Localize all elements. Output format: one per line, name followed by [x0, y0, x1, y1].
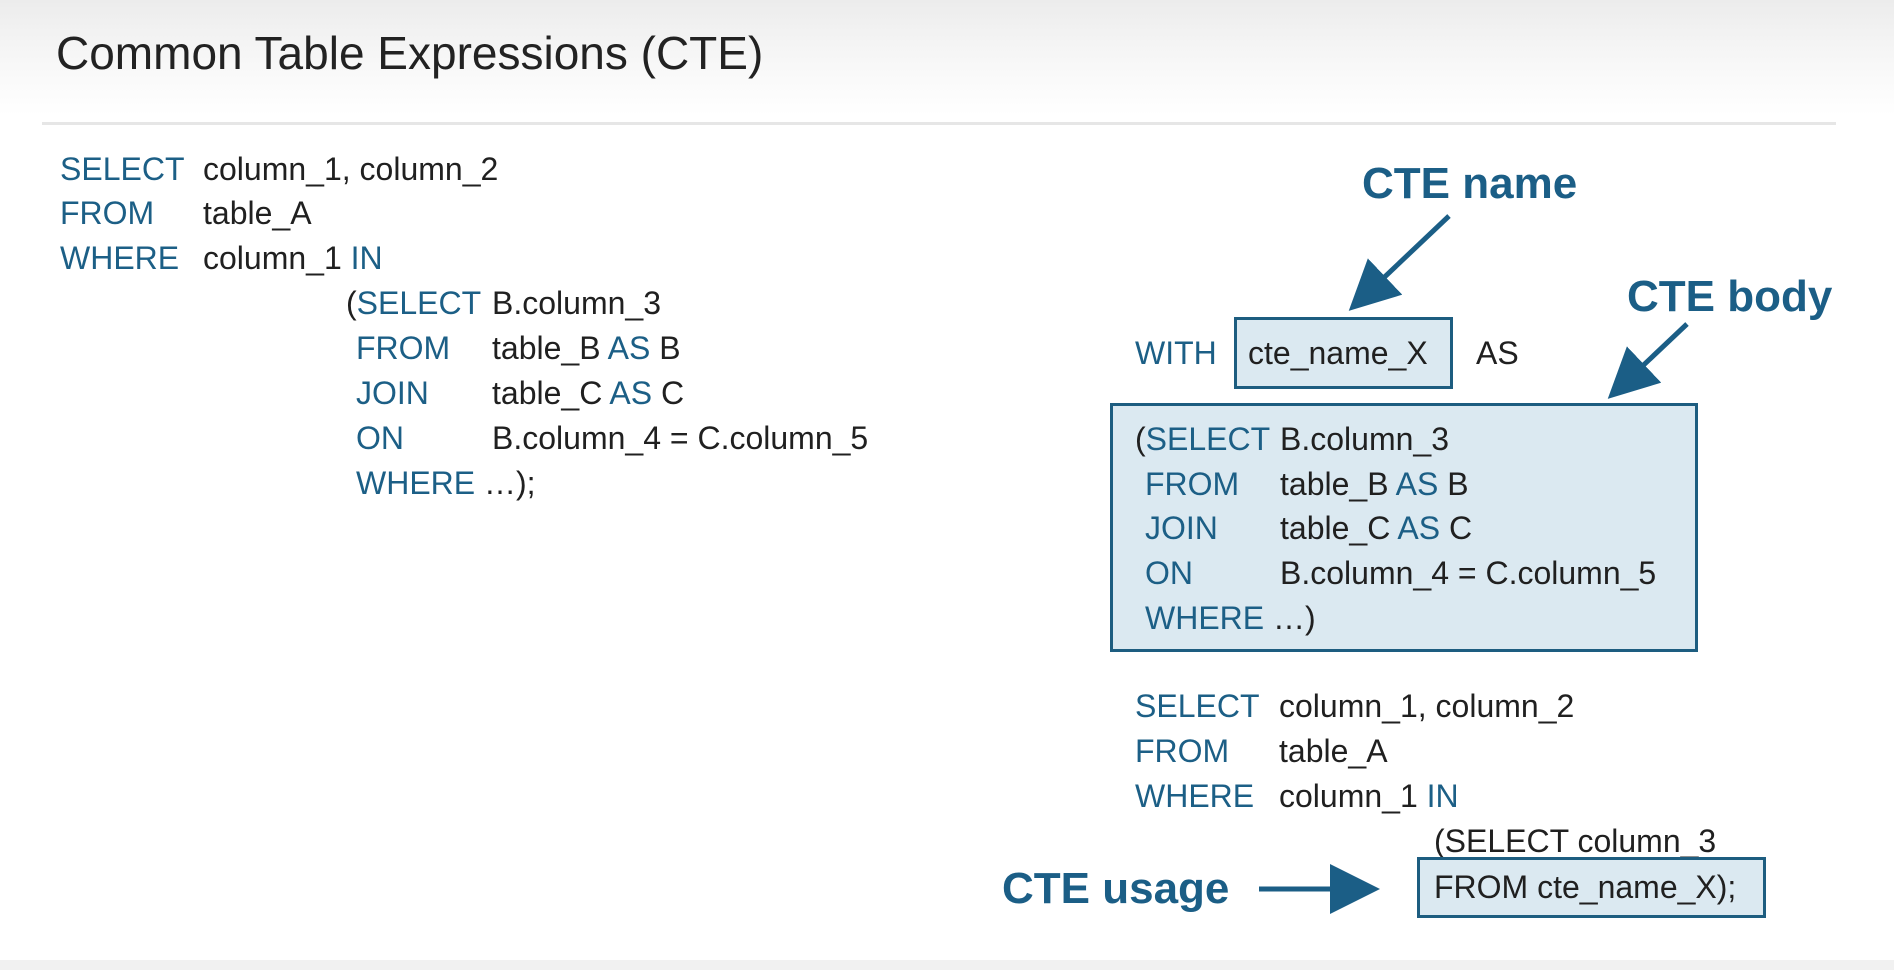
with-keyword: WITH: [1135, 333, 1217, 373]
body-line-1-text: B.column_3: [1280, 421, 1449, 457]
code-text: B: [1438, 466, 1469, 502]
code-text: column_1: [203, 240, 351, 276]
main-line-2: FROM: [1135, 731, 1229, 771]
sub-line-4: ON: [356, 418, 404, 458]
main-line-4: (SELECT column_3: [1434, 823, 1717, 859]
keyword: SELECT: [1135, 688, 1260, 724]
slide-title: Common Table Expressions (CTE): [56, 27, 764, 79]
left-line-3: WHERE: [60, 238, 179, 278]
code-text: table_C: [492, 375, 610, 411]
sub-line-1-text: B.column_3: [492, 285, 661, 321]
keyword: SELECT: [356, 285, 482, 321]
keyword: AS: [607, 330, 651, 366]
keyword: IN: [350, 240, 383, 276]
keyword: WHERE: [60, 240, 180, 276]
keyword: AS: [1397, 510, 1441, 546]
cte-body-label: CTE body: [1627, 272, 1833, 321]
sub-line-2-text: table_B AS B: [492, 328, 681, 368]
keyword: WHERE: [356, 465, 476, 501]
main-line-2-text: table_A: [1279, 733, 1388, 769]
keyword: WHERE: [1135, 778, 1255, 814]
keyword: AS: [609, 375, 653, 411]
left-line-3-text: column_1 IN: [203, 238, 383, 278]
keyword: JOIN: [1145, 510, 1218, 546]
main-line-3: WHERE: [1135, 776, 1254, 816]
keyword: WHERE: [1145, 600, 1265, 636]
main-line-1-text: column_1, column_2: [1279, 688, 1575, 724]
body-line-2: FROM: [1145, 464, 1239, 504]
keyword: FROM: [1145, 466, 1240, 502]
cte-name-label: CTE name: [1362, 159, 1578, 208]
body-line-5: WHERE …): [1145, 598, 1316, 638]
code-text: table_B: [492, 330, 608, 366]
keyword: SELECT: [1145, 421, 1271, 457]
body-line-2-text: table_B AS B: [1280, 464, 1469, 504]
code-text: column_1: [1279, 778, 1427, 814]
sub-line-1: (SELECT: [346, 283, 481, 323]
paren: (: [346, 285, 357, 321]
code-text: table_C: [1280, 510, 1398, 546]
keyword: ON: [1145, 555, 1193, 591]
sub-line-3-text: table_C AS C: [492, 373, 684, 413]
code-text: B: [650, 330, 681, 366]
code-text: C: [652, 375, 685, 411]
sub-line-3: JOIN: [356, 373, 429, 413]
body-line-1: (SELECT: [1135, 419, 1270, 459]
cte-usage-label: CTE usage: [1002, 864, 1230, 913]
left-line-1-text: column_1, column_2: [203, 151, 499, 187]
keyword: IN: [1426, 778, 1459, 814]
code-text: table_B: [1280, 466, 1396, 502]
code-text: …);: [475, 465, 536, 501]
body-line-3-text: table_C AS C: [1280, 508, 1472, 548]
left-line-1: SELECT: [60, 149, 184, 189]
sub-line-2: FROM: [356, 328, 450, 368]
keyword: FROM: [356, 330, 451, 366]
cte-name-text: cte_name_X: [1248, 335, 1428, 371]
body-line-4: ON: [1145, 553, 1193, 593]
body-line-4-text: B.column_4 = C.column_5: [1280, 555, 1657, 591]
code-text: C: [1440, 510, 1473, 546]
keyword: FROM: [1135, 733, 1230, 769]
paren: (: [1135, 421, 1146, 457]
body-line-3: JOIN: [1145, 508, 1218, 548]
title-divider: [42, 122, 1836, 125]
keyword: SELECT: [60, 151, 185, 187]
as-keyword: AS: [1476, 335, 1519, 371]
sub-line-4-text: B.column_4 = C.column_5: [492, 420, 869, 456]
main-line-1: SELECT: [1135, 686, 1259, 726]
main-line-5: FROM cte_name_X);: [1434, 869, 1737, 905]
keyword: WITH: [1135, 335, 1217, 371]
left-line-2: FROM: [60, 193, 154, 233]
keyword: JOIN: [356, 375, 429, 411]
bottom-strip: [0, 960, 1894, 970]
code-text: …): [1264, 600, 1316, 636]
sub-line-5: WHERE …);: [356, 463, 536, 503]
left-line-2-text: table_A: [203, 195, 312, 231]
main-line-3-text: column_1 IN: [1279, 776, 1459, 816]
keyword: FROM: [60, 195, 155, 231]
keyword: ON: [356, 420, 404, 456]
keyword: AS: [1395, 466, 1439, 502]
